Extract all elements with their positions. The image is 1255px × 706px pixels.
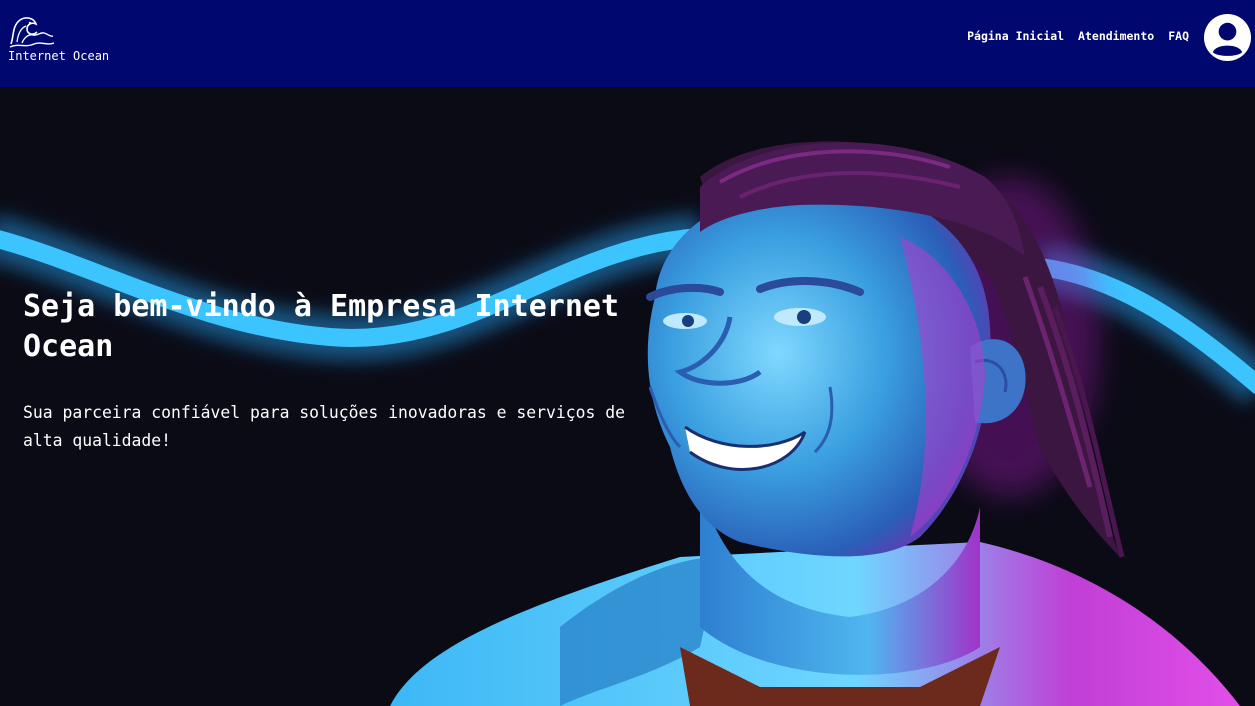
hero-title: Seja bem-vindo à Empresa Internet Ocean: [23, 289, 620, 364]
nav-link-home[interactable]: Página Inicial: [967, 29, 1064, 43]
hero-background-photo: [0, 87, 1255, 706]
user-account-icon[interactable]: [1203, 13, 1252, 62]
wave-icon: [9, 17, 54, 48]
main-nav: Página Inicial Atendimento FAQ: [967, 29, 1189, 43]
hero-subtitle: Sua parceira confiável para soluções ino…: [23, 403, 625, 450]
brand-name: Internet Ocean: [8, 49, 110, 63]
navbar: Internet Ocean Página Inicial Atendiment…: [0, 0, 1255, 87]
brand-logo-link[interactable]: Internet Ocean: [8, 14, 109, 63]
nav-link-faq[interactable]: FAQ: [1168, 29, 1189, 43]
nav-link-support[interactable]: Atendimento: [1078, 29, 1154, 43]
hero-section: Seja bem-vindo à Empresa Internet Ocean …: [0, 87, 1255, 706]
